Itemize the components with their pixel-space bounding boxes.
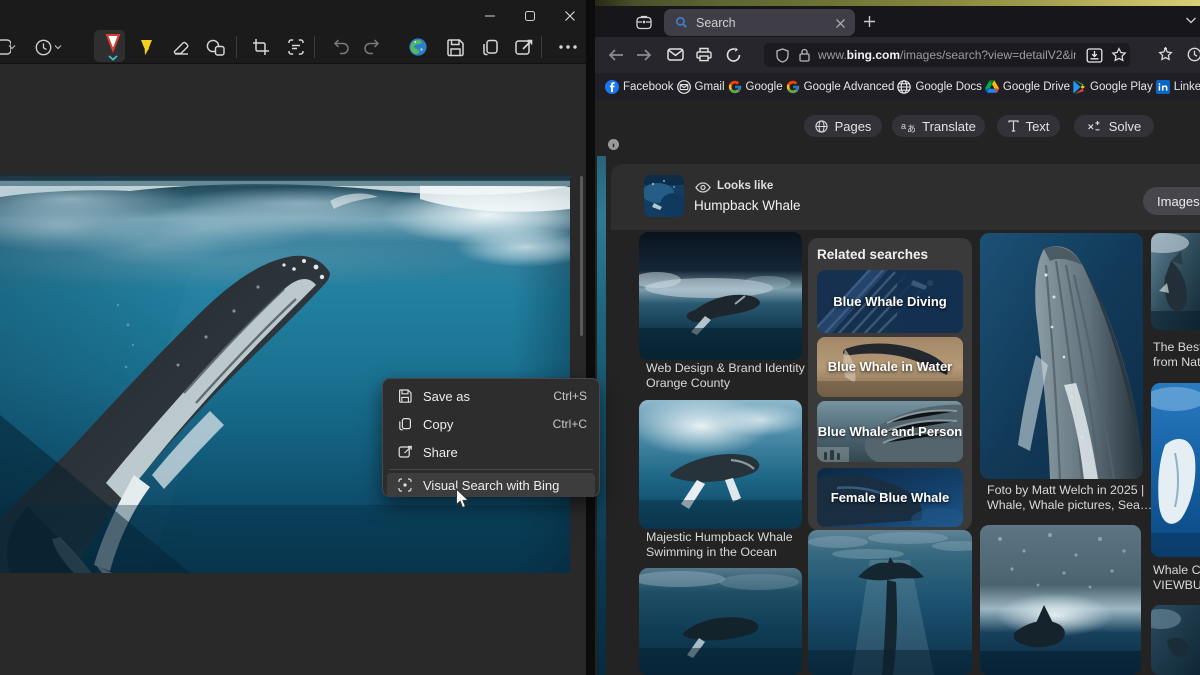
svg-text:あ: あ	[907, 124, 915, 133]
svg-text:a: a	[901, 121, 906, 131]
